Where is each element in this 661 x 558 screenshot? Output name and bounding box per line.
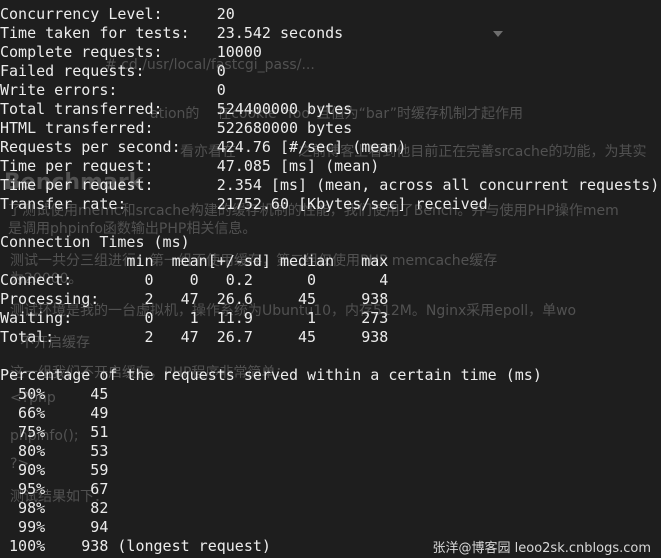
- terminal-line: 98% 82: [0, 499, 109, 517]
- terminal-line: Concurrency Level: 20: [0, 5, 235, 23]
- terminal-window[interactable]: # cd /usr/local/fastcgi_pass/... ation的 …: [0, 0, 661, 558]
- terminal-output[interactable]: Concurrency Level: 20 Time taken for test…: [0, 5, 659, 556]
- terminal-line: Connect: 0 0 0.2 0 4: [0, 271, 389, 289]
- terminal-line: Failed requests: 0: [0, 62, 226, 80]
- terminal-line: 66% 49: [0, 404, 109, 422]
- terminal-line: Time per request: 47.085 [ms] (mean): [0, 157, 380, 175]
- terminal-line: 90% 59: [0, 461, 109, 479]
- terminal-line: 50% 45: [0, 385, 109, 403]
- terminal-line: HTML transferred: 522680000 bytes: [0, 119, 353, 137]
- terminal-line: Processing: 2 47 26.6 45 938: [0, 290, 389, 308]
- terminal-line: Total: 2 47 26.7 45 938: [0, 328, 389, 346]
- terminal-line: Connection Times (ms): [0, 233, 190, 251]
- terminal-line: Waiting: 0 1 11.9 1 273: [0, 309, 389, 327]
- terminal-line: Complete requests: 10000: [0, 43, 262, 61]
- terminal-line: 95% 67: [0, 480, 109, 498]
- terminal-line: 80% 53: [0, 442, 109, 460]
- terminal-line: Percentage of the requests served within…: [0, 366, 542, 384]
- terminal-line: Requests per second: 424.76 [#/sec] (mea…: [0, 138, 407, 156]
- terminal-line: 99% 94: [0, 518, 109, 536]
- terminal-line: 75% 51: [0, 423, 109, 441]
- terminal-line: min mean[+/-sd] median max: [0, 252, 389, 270]
- watermark: 张洋@博客园 leoo2sk.cnblogs.com: [432, 541, 651, 556]
- terminal-line: Total transferred: 524400000 bytes: [0, 100, 353, 118]
- terminal-line: Time taken for tests: 23.542 seconds: [0, 24, 344, 42]
- terminal-line: Time per request: 2.354 [ms] (mean, acro…: [0, 176, 660, 194]
- terminal-line: Write errors: 0: [0, 81, 226, 99]
- terminal-line: Transfer rate: 21752.60 [Kbytes/sec] rec…: [0, 195, 488, 213]
